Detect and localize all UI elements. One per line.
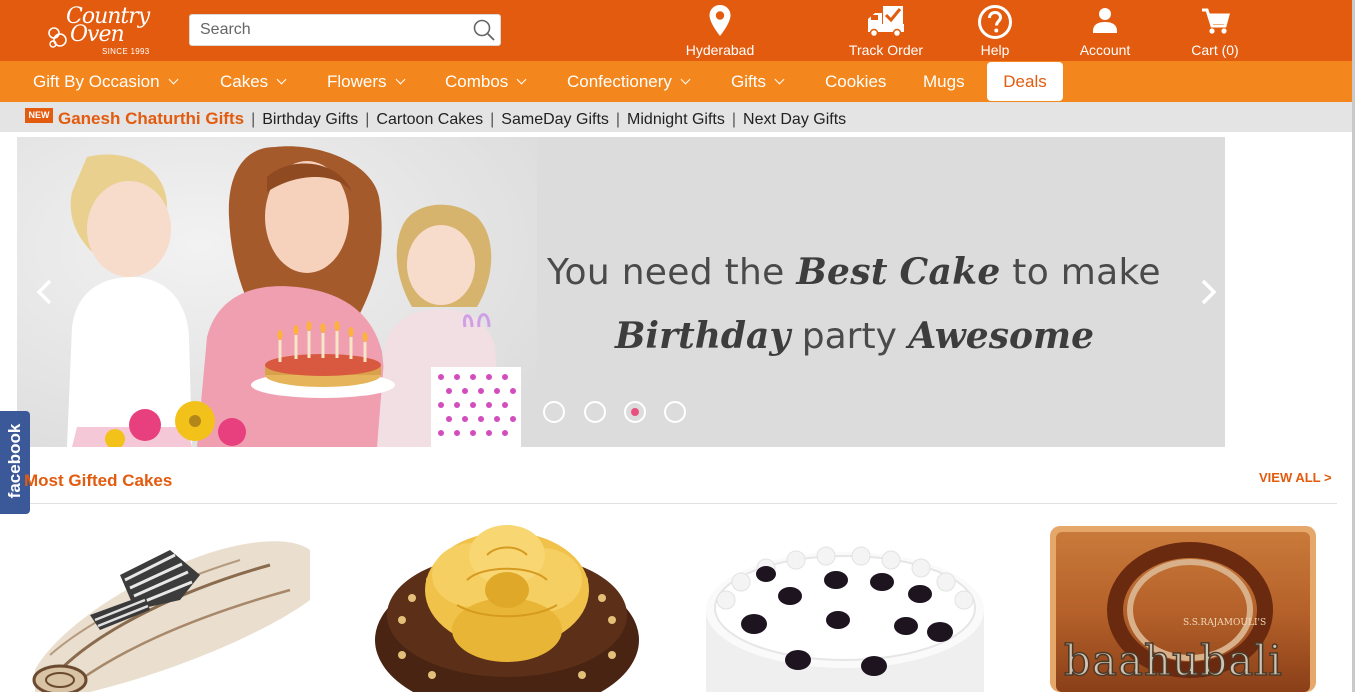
banner-text: You need the [547, 252, 797, 293]
nav-track-order[interactable]: Track Order [845, 4, 927, 60]
cart-icon [1202, 8, 1230, 34]
separator: | [251, 111, 256, 128]
banner-text-emphasis: Awesome [908, 315, 1094, 357]
banner-text-emphasis: Best [796, 251, 888, 293]
menu-label: Cakes [220, 72, 269, 91]
new-badge: NEW [25, 108, 53, 123]
bahubali-title: baahubali [1064, 636, 1283, 685]
nav-help-label: Help [980, 42, 1010, 58]
menu-deals[interactable]: Deals [987, 62, 1063, 101]
carousel-prev-arrow-icon[interactable] [31, 277, 61, 307]
nav-location-label: Hyderabad [685, 42, 755, 58]
banner-text: to make [1000, 252, 1161, 293]
carousel-dot[interactable] [584, 401, 606, 423]
quick-link-ganesh-chaturthi[interactable]: Ganesh Chaturthi Gifts [58, 109, 244, 128]
banner-text-emphasis: Birthday [615, 315, 791, 357]
chevron-down-icon [680, 74, 691, 85]
menu-cakes[interactable]: Cakes [220, 61, 287, 102]
separator: | [365, 111, 370, 128]
menu-mugs[interactable]: Mugs [923, 61, 965, 102]
menu-label: Combos [445, 72, 509, 91]
category-menu: Gift By Occasion Cakes Flowers Combos Co… [0, 61, 1355, 102]
view-all-link[interactable]: VIEW ALL > [1259, 470, 1332, 485]
section-title: Most Gifted Cakes [24, 471, 173, 490]
quick-link-cartoon-cakes[interactable]: Cartoon Cakes [376, 111, 483, 128]
carousel-dot[interactable] [664, 401, 686, 423]
facebook-side-tab[interactable]: facebook [0, 411, 30, 514]
carousel-next-arrow-icon[interactable] [1192, 277, 1222, 307]
nav-help[interactable]: Help [962, 4, 1028, 60]
menu-cookies[interactable]: Cookies [825, 61, 886, 102]
quick-links: Ganesh Chaturthi Gifts | Birthday Gifts | Ca… [58, 102, 846, 132]
quick-link-midnight-gifts[interactable]: Midnight Gifts [627, 111, 725, 128]
chevron-down-icon [276, 74, 287, 85]
banner-family-cake-image [17, 137, 537, 447]
menu-label: Gift By Occasion [33, 72, 160, 91]
menu-confectionery[interactable]: Confectionery [567, 61, 691, 102]
product-card[interactable] [706, 520, 984, 692]
nav-location[interactable]: Hyderabad [680, 4, 760, 60]
user-icon [1093, 8, 1117, 33]
menu-combos[interactable]: Combos [445, 61, 527, 102]
menu-label: Confectionery [567, 72, 672, 91]
banner-text-emphasis: Cake [899, 251, 1001, 293]
quick-link-next-day-gifts[interactable]: Next Day Gifts [743, 111, 846, 128]
menu-label: Flowers [327, 72, 387, 91]
bahubali-caption: S.S.RAJAMOULI'S [1183, 618, 1266, 628]
bahubali-photo-cake-image: S.S.RAJAMOULI'S baahubali [1050, 526, 1316, 692]
search-icon[interactable] [472, 18, 496, 42]
country-oven-logo[interactable]: Country Oven SINCE 1993 [44, 4, 156, 58]
carousel-dot-active[interactable] [624, 401, 646, 423]
menu-label: Gifts [731, 72, 766, 91]
logo-text-oven: Oven [70, 22, 125, 47]
search-box [189, 14, 501, 46]
separator: | [731, 111, 737, 128]
section-divider [30, 503, 1337, 504]
search-input[interactable] [190, 15, 470, 45]
delivery-truck-icon [868, 6, 904, 38]
chevron-down-icon [168, 74, 179, 85]
nav-cart-label: Cart (0) [1191, 42, 1239, 58]
product-card[interactable] [372, 520, 642, 692]
separator: | [615, 111, 621, 128]
banner-headline-line2: Birthday party Awesome [615, 315, 1094, 357]
logo-tagline: SINCE 1993 [102, 47, 150, 56]
menu-flowers[interactable]: Flowers [327, 61, 405, 102]
product-card[interactable] [30, 520, 320, 692]
carousel-dot[interactable] [543, 401, 565, 423]
menu-gifts[interactable]: Gifts [731, 61, 785, 102]
nav-account-label: Account [1079, 42, 1131, 58]
swiss-roll-cake-image [32, 541, 310, 692]
chevron-down-icon [395, 74, 405, 85]
menu-gift-by-occasion[interactable]: Gift By Occasion [33, 61, 179, 102]
facebook-label: facebook [5, 423, 24, 499]
nav-account[interactable]: Account [1070, 4, 1140, 60]
chocolate-flower-cake-image [375, 525, 639, 692]
menu-label: Cookies [825, 72, 887, 91]
black-forest-cake-image [706, 546, 984, 692]
location-pin-icon [709, 5, 731, 36]
hero-banner-carousel[interactable]: You need the Best Cake to make Birthday … [17, 137, 1225, 447]
banner-text: party [790, 316, 909, 357]
menu-label: Mugs [923, 72, 965, 91]
help-icon [978, 5, 1012, 39]
quick-link-birthday-gifts[interactable]: Birthday Gifts [262, 111, 358, 128]
chevron-down-icon [774, 74, 785, 85]
chevron-down-icon [516, 74, 527, 85]
banner-headline-line1: You need the Best Cake to make [547, 251, 1161, 293]
nav-track-order-label: Track Order [848, 42, 924, 58]
quick-link-sameday-gifts[interactable]: SameDay Gifts [501, 111, 609, 128]
quick-links-bar: NEW Ganesh Chaturthi Gifts | Birthday Gift… [0, 102, 1355, 132]
top-header: Country Oven SINCE 1993 Hyderabad Track … [0, 0, 1355, 61]
nav-cart[interactable]: Cart (0) [1182, 4, 1248, 60]
separator: | [490, 111, 495, 128]
product-card[interactable]: S.S.RAJAMOULI'S baahubali [1050, 520, 1316, 692]
